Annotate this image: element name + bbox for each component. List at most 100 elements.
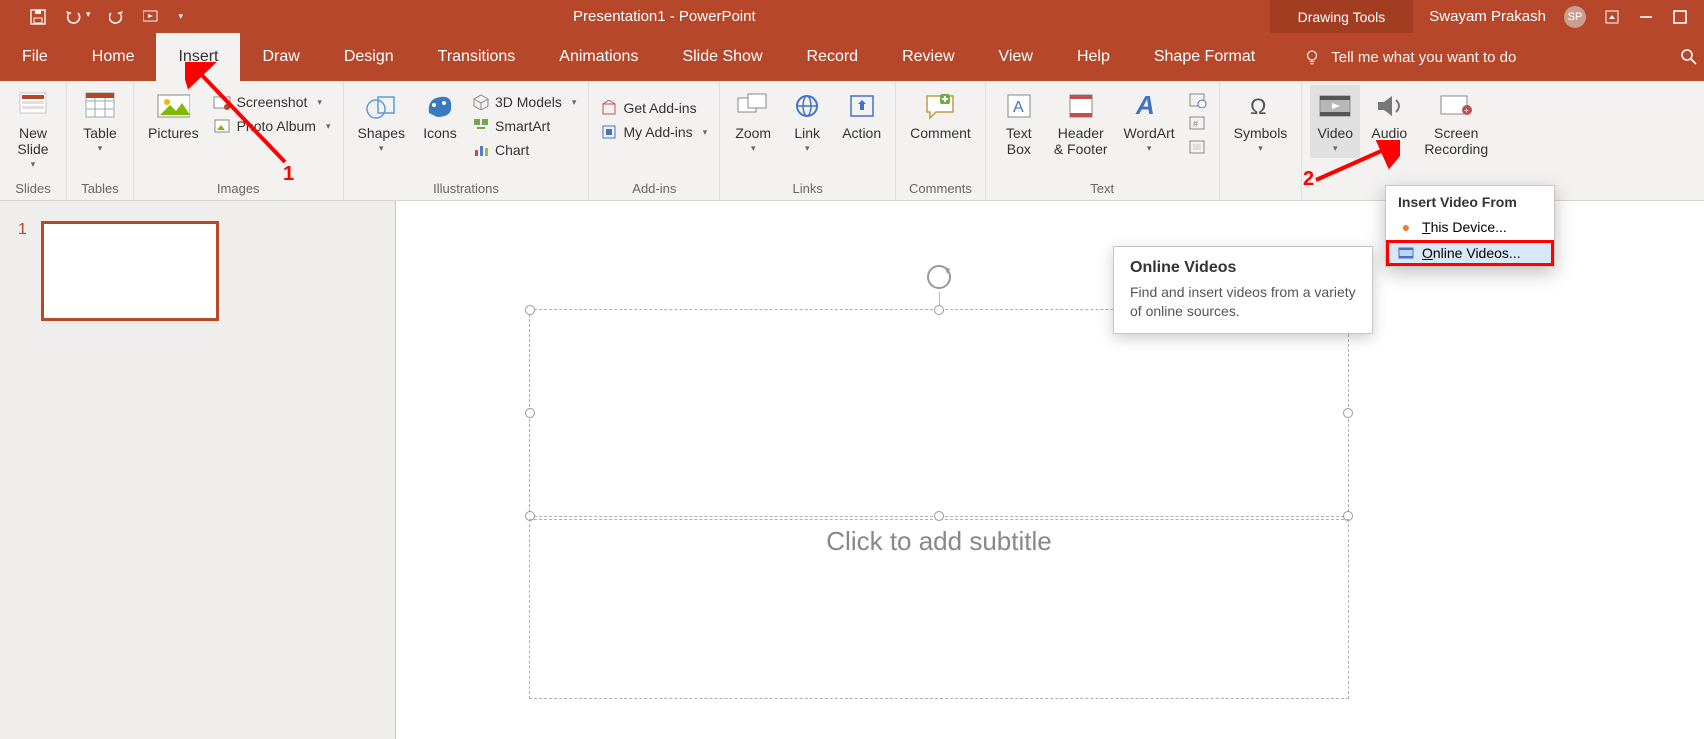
- pictures-button[interactable]: Pictures: [142, 85, 205, 145]
- tooltip-title: Online Videos: [1130, 259, 1356, 277]
- tab-file[interactable]: File: [0, 33, 70, 81]
- action-button[interactable]: Action: [836, 85, 887, 145]
- ribbon-display-icon[interactable]: [1604, 9, 1620, 25]
- handle-nw[interactable]: [525, 305, 535, 315]
- link-button[interactable]: Link▾: [782, 85, 832, 158]
- zoom-icon: [736, 89, 770, 123]
- tab-transitions[interactable]: Transitions: [416, 33, 538, 81]
- undo-icon[interactable]: ▾: [64, 9, 91, 25]
- symbols-button[interactable]: Ω Symbols▾: [1228, 85, 1294, 158]
- video-menu-online-videos[interactable]: Online Videos...: [1386, 240, 1554, 266]
- contextual-tab-label[interactable]: Drawing Tools: [1270, 0, 1414, 33]
- store-icon: [601, 100, 617, 116]
- tab-draw[interactable]: Draw: [240, 33, 321, 81]
- new-slide-button[interactable]: New Slide ▾: [8, 85, 58, 174]
- group-label-images: Images: [134, 179, 343, 200]
- thumbnail-number: 1: [18, 221, 27, 321]
- 3d-models-button[interactable]: 3D Models▾: [469, 91, 580, 113]
- table-button[interactable]: Table ▾: [75, 85, 125, 158]
- search-icon[interactable]: [1674, 33, 1704, 81]
- tab-animations[interactable]: Animations: [537, 33, 660, 81]
- tab-home[interactable]: Home: [70, 33, 157, 81]
- slide-canvas-area[interactable]: Click to add subtitle: [260, 201, 1704, 739]
- handle-e[interactable]: [1343, 408, 1353, 418]
- video-button[interactable]: Video▾: [1310, 85, 1360, 158]
- annotation-number-2: 2: [1303, 168, 1314, 191]
- user-name[interactable]: Swayam Prakash: [1429, 8, 1546, 25]
- quick-access-toolbar: ▾ ▾: [0, 9, 199, 25]
- link-icon: [790, 89, 824, 123]
- handle-w[interactable]: [525, 408, 535, 418]
- tab-slideshow[interactable]: Slide Show: [660, 33, 784, 81]
- smartart-icon: [473, 118, 489, 134]
- photo-album-button[interactable]: Photo Album▾: [209, 115, 335, 137]
- icons-button[interactable]: Icons: [415, 85, 465, 145]
- user-avatar[interactable]: SP: [1564, 6, 1586, 28]
- screenshot-icon: [213, 94, 231, 110]
- video-menu-this-device[interactable]: ● This Device...: [1386, 214, 1554, 240]
- object-button[interactable]: [1185, 137, 1211, 159]
- audio-button[interactable]: Audio▾: [1364, 85, 1414, 158]
- rotate-handle-icon[interactable]: [922, 260, 956, 294]
- film-icon: [1398, 245, 1414, 261]
- object-icon: [1189, 140, 1207, 156]
- group-label-comments: Comments: [896, 179, 985, 200]
- tab-help[interactable]: Help: [1055, 33, 1132, 81]
- screen-recording-button[interactable]: + Screen Recording: [1418, 85, 1494, 161]
- new-slide-icon: [16, 89, 50, 123]
- action-icon: [845, 89, 879, 123]
- tab-view[interactable]: View: [977, 33, 1055, 81]
- bullet-icon: ●: [1398, 219, 1414, 235]
- subtitle-placeholder[interactable]: Click to add subtitle: [529, 519, 1349, 699]
- title-placeholder[interactable]: [529, 309, 1349, 517]
- pictures-icon: [156, 89, 190, 123]
- group-label-tables: Tables: [67, 179, 133, 200]
- slide-thumbnail-1[interactable]: 1: [18, 221, 242, 321]
- zoom-button[interactable]: Zoom▾: [728, 85, 778, 158]
- thumbnail-preview[interactable]: [41, 221, 219, 321]
- my-addins-button[interactable]: My Add-ins▾: [597, 121, 711, 143]
- svg-text:Ω: Ω: [1250, 94, 1266, 119]
- redo-icon[interactable]: [109, 9, 125, 25]
- audio-icon: [1372, 89, 1406, 123]
- tab-record[interactable]: Record: [785, 33, 881, 81]
- header-footer-button[interactable]: Header & Footer: [1048, 85, 1114, 161]
- shapes-button[interactable]: Shapes▾: [352, 85, 411, 158]
- screenshot-button[interactable]: Screenshot▾: [209, 91, 335, 113]
- title-bar: ▾ ▾ Presentation1 - PowerPoint Drawing T…: [0, 0, 1704, 33]
- ribbon-tabs: File Home Insert Draw Design Transitions…: [0, 33, 1704, 81]
- slide-number-icon: #: [1189, 116, 1207, 132]
- tab-design[interactable]: Design: [322, 33, 416, 81]
- video-menu-header: Insert Video From: [1386, 186, 1554, 214]
- video-icon: [1318, 89, 1352, 123]
- date-time-button[interactable]: [1185, 89, 1211, 111]
- omega-icon: Ω: [1243, 89, 1277, 123]
- maximize-icon[interactable]: [1672, 9, 1688, 25]
- group-label-slides: Slides: [0, 179, 66, 200]
- slide[interactable]: Click to add subtitle: [395, 201, 1704, 739]
- start-from-beginning-icon[interactable]: [143, 9, 161, 25]
- qat-customize-icon[interactable]: ▾: [179, 11, 184, 22]
- smartart-button[interactable]: SmartArt: [469, 115, 580, 137]
- group-label-text: Text: [986, 179, 1219, 200]
- handle-n[interactable]: [934, 305, 944, 315]
- header-footer-icon: [1064, 89, 1098, 123]
- slide-thumbnail-pane[interactable]: 1: [0, 201, 260, 739]
- table-icon: [83, 89, 117, 123]
- text-box-button[interactable]: A Text Box: [994, 85, 1044, 161]
- slide-number-button[interactable]: #: [1185, 113, 1211, 135]
- subtitle-placeholder-text[interactable]: Click to add subtitle: [530, 526, 1348, 557]
- minimize-icon[interactable]: [1638, 9, 1654, 25]
- window-title: Presentation1 - PowerPoint: [199, 8, 1130, 25]
- chart-button[interactable]: Chart: [469, 139, 580, 161]
- save-icon[interactable]: [30, 9, 46, 25]
- tab-insert[interactable]: Insert: [156, 33, 240, 81]
- comment-button[interactable]: Comment: [904, 85, 977, 145]
- get-addins-button[interactable]: Get Add-ins: [597, 97, 711, 119]
- tell-me-search[interactable]: Tell me what you want to do: [1277, 33, 1516, 81]
- group-label-symbols: [1220, 179, 1302, 200]
- tab-shape-format[interactable]: Shape Format: [1132, 33, 1277, 81]
- wordart-button[interactable]: A WordArt▾: [1118, 85, 1181, 158]
- tab-review[interactable]: Review: [880, 33, 976, 81]
- comment-icon: [923, 89, 957, 123]
